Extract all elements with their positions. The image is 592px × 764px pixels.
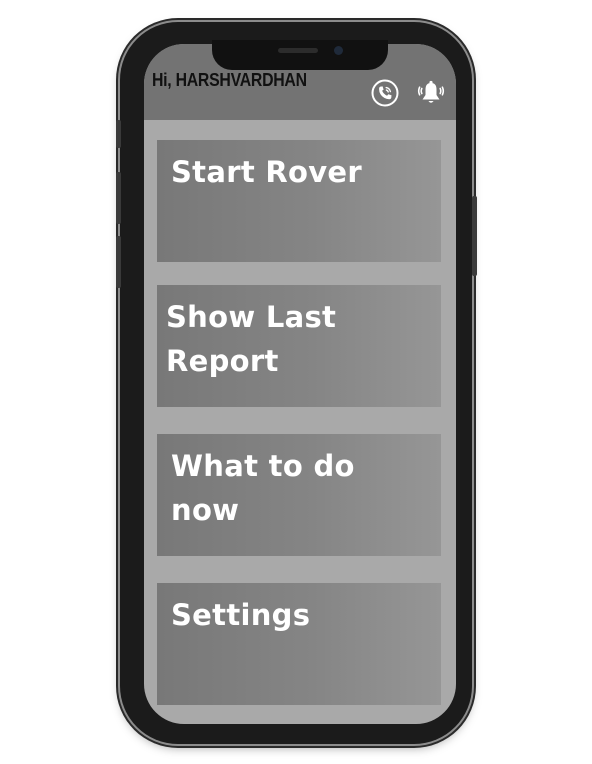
phone-notch xyxy=(212,40,388,70)
earpiece-speaker xyxy=(278,48,318,53)
phone-call-icon[interactable] xyxy=(370,78,400,108)
volume-up-button xyxy=(116,172,121,224)
volume-down-button xyxy=(116,236,121,288)
power-button xyxy=(472,196,477,276)
what-to-do-now-button[interactable]: What to do now xyxy=(157,434,441,556)
app-screen: Hi, HARSHVARDHAN Start Rover Show Last R… xyxy=(144,44,456,724)
greeting-text: Hi, HARSHVARDHAN xyxy=(152,70,307,90)
show-last-report-button[interactable]: Show Last Report xyxy=(157,285,441,407)
settings-button[interactable]: Settings xyxy=(157,583,441,705)
front-camera xyxy=(334,46,343,55)
what-to-do-now-label: What to do now xyxy=(171,449,355,527)
start-rover-label: Start Rover xyxy=(171,155,363,189)
alarm-bell-icon[interactable] xyxy=(416,78,446,108)
start-rover-button[interactable]: Start Rover xyxy=(157,140,441,262)
show-last-report-label: Show Last Report xyxy=(166,300,337,378)
silent-switch xyxy=(116,120,121,148)
settings-label: Settings xyxy=(171,598,311,632)
